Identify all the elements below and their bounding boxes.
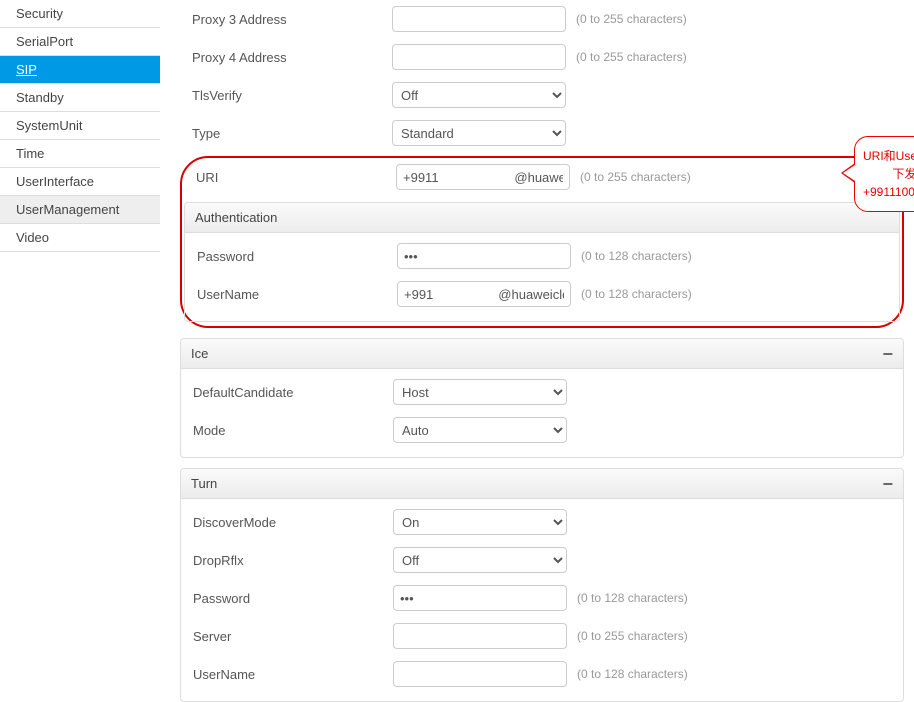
- select-ice-defaultcandidate[interactable]: Host: [393, 379, 567, 405]
- callout-arrow-icon: [841, 163, 855, 183]
- highlight-annotation: URI (0 to 255 characters) Authentication…: [180, 156, 904, 328]
- row-proxy4: Proxy 4 Address (0 to 255 characters): [180, 38, 904, 76]
- section-header-turn[interactable]: Turn −: [181, 469, 903, 499]
- sidebar-item-label: SIP: [16, 62, 37, 77]
- label-turn-username: UserName: [193, 667, 393, 682]
- row-proxy3: Proxy 3 Address (0 to 255 characters): [180, 0, 904, 38]
- input-uri[interactable]: [396, 164, 570, 190]
- row-auth-password: Password (0 to 128 characters): [185, 237, 899, 275]
- sidebar-item-label: Standby: [16, 90, 64, 105]
- row-turn-password: Password (0 to 128 characters): [181, 579, 903, 617]
- collapse-icon[interactable]: −: [882, 348, 893, 360]
- callout-text-1: URI和UserName填写邮件短信下发SIP号码，格式: [863, 147, 914, 183]
- hint-proxy3: (0 to 255 characters): [576, 12, 687, 26]
- sidebar-item-video[interactable]: Video: [0, 224, 160, 252]
- label-turn-droprflx: DropRflx: [193, 553, 393, 568]
- select-ice-mode[interactable]: Auto: [393, 417, 567, 443]
- section-authentication: Authentication Password (0 to 128 charac…: [184, 202, 900, 322]
- section-turn: Turn − DiscoverMode On DropRflx Off Pass…: [180, 468, 904, 702]
- input-turn-username[interactable]: [393, 661, 567, 687]
- sidebar-item-sip[interactable]: SIP: [0, 56, 160, 84]
- label-ice-defaultcandidate: DefaultCandidate: [193, 385, 393, 400]
- select-type[interactable]: Standard: [392, 120, 566, 146]
- callout-text-2: +99111001111441111@huaweicloud.com: [863, 183, 914, 201]
- input-auth-username[interactable]: [397, 281, 571, 307]
- hint-proxy4: (0 to 255 characters): [576, 50, 687, 64]
- label-uri: URI: [196, 170, 396, 185]
- row-ice-mode: Mode Auto: [181, 411, 903, 449]
- label-tlsverify: TlsVerify: [192, 88, 392, 103]
- sidebar-item-label: UserManagement: [16, 202, 119, 217]
- section-title: Turn: [191, 476, 217, 491]
- label-type: Type: [192, 126, 392, 141]
- section-title: Authentication: [195, 210, 277, 225]
- row-turn-droprflx: DropRflx Off: [181, 541, 903, 579]
- row-ice-defaultcandidate: DefaultCandidate Host: [181, 373, 903, 411]
- sidebar-item-serialport[interactable]: SerialPort: [0, 28, 160, 56]
- row-auth-username: UserName (0 to 128 characters): [185, 275, 899, 313]
- label-turn-discovermode: DiscoverMode: [193, 515, 393, 530]
- row-tlsverify: TlsVerify Off: [180, 76, 904, 114]
- sidebar-item-systemunit[interactable]: SystemUnit: [0, 112, 160, 140]
- sidebar-item-label: Time: [16, 146, 44, 161]
- collapse-icon[interactable]: −: [882, 478, 893, 490]
- sidebar-item-userinterface[interactable]: UserInterface: [0, 168, 160, 196]
- input-turn-server[interactable]: [393, 623, 567, 649]
- label-proxy4: Proxy 4 Address: [192, 50, 392, 65]
- label-turn-password: Password: [193, 591, 393, 606]
- label-auth-password: Password: [197, 249, 397, 264]
- select-turn-discovermode[interactable]: On: [393, 509, 567, 535]
- select-tlsverify[interactable]: Off: [392, 82, 566, 108]
- input-turn-password[interactable]: [393, 585, 567, 611]
- input-proxy4[interactable]: [392, 44, 566, 70]
- select-turn-droprflx[interactable]: Off: [393, 547, 567, 573]
- section-header-authentication[interactable]: Authentication: [185, 203, 899, 233]
- sidebar-item-label: SystemUnit: [16, 118, 82, 133]
- hint-auth-username: (0 to 128 characters): [581, 287, 692, 301]
- label-turn-server: Server: [193, 629, 393, 644]
- sidebar-item-label: UserInterface: [16, 174, 94, 189]
- sidebar-item-security[interactable]: Security: [0, 0, 160, 28]
- input-proxy3[interactable]: [392, 6, 566, 32]
- hint-turn-username: (0 to 128 characters): [577, 667, 688, 681]
- sidebar-item-standby[interactable]: Standby: [0, 84, 160, 112]
- input-auth-password[interactable]: [397, 243, 571, 269]
- row-turn-server: Server (0 to 255 characters): [181, 617, 903, 655]
- hint-auth-password: (0 to 128 characters): [581, 249, 692, 263]
- sidebar-item-label: SerialPort: [16, 34, 73, 49]
- section-ice: Ice − DefaultCandidate Host Mode Auto: [180, 338, 904, 458]
- main-content: Proxy 3 Address (0 to 255 characters) Pr…: [160, 0, 914, 702]
- label-auth-username: UserName: [197, 287, 397, 302]
- hint-turn-password: (0 to 128 characters): [577, 591, 688, 605]
- sidebar-item-time[interactable]: Time: [0, 140, 160, 168]
- sidebar: Security SerialPort SIP Standby SystemUn…: [0, 0, 160, 702]
- row-turn-username: UserName (0 to 128 characters): [181, 655, 903, 693]
- section-header-ice[interactable]: Ice −: [181, 339, 903, 369]
- sidebar-item-label: Video: [16, 230, 49, 245]
- row-turn-discovermode: DiscoverMode On: [181, 503, 903, 541]
- sidebar-item-label: Security: [16, 6, 63, 21]
- hint-uri: (0 to 255 characters): [580, 170, 691, 184]
- hint-turn-server: (0 to 255 characters): [577, 629, 688, 643]
- label-ice-mode: Mode: [193, 423, 393, 438]
- sidebar-item-usermanagement[interactable]: UserManagement: [0, 196, 160, 224]
- label-proxy3: Proxy 3 Address: [192, 12, 392, 27]
- callout-annotation: URI和UserName填写邮件短信下发SIP号码，格式 +9911100111…: [854, 136, 914, 212]
- row-uri: URI (0 to 255 characters): [184, 158, 900, 196]
- section-title: Ice: [191, 346, 208, 361]
- row-type: Type Standard: [180, 114, 904, 152]
